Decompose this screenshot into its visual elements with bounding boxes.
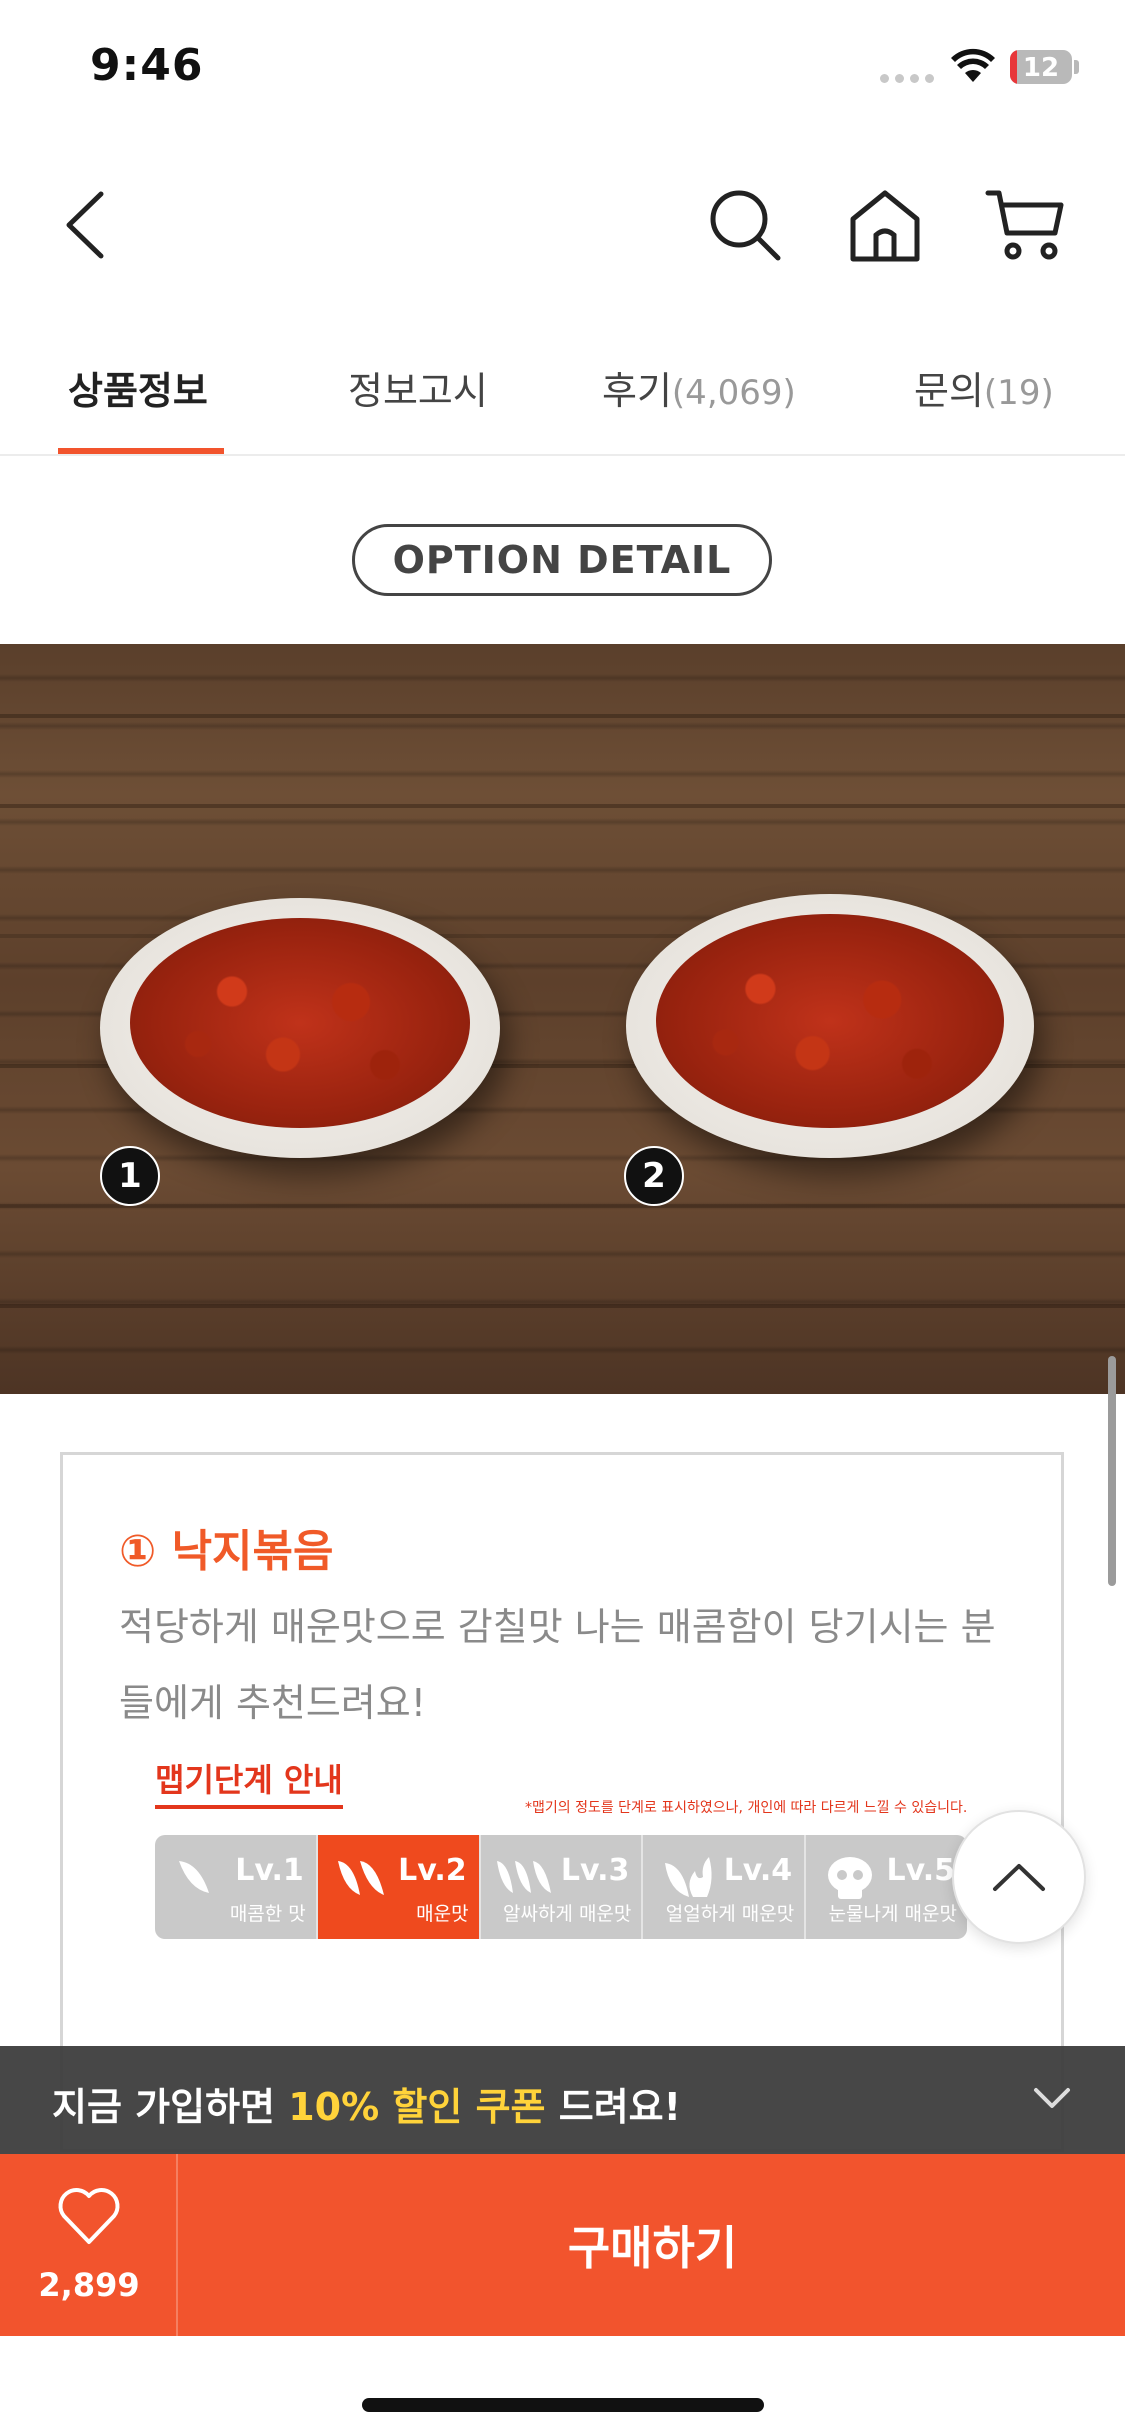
plate-2 [626,894,1034,1158]
level-description: 매운맛 [416,1903,469,1925]
product-photo: 1 2 [0,644,1125,1394]
option-badge-1: 1 [100,1146,160,1206]
level-description: 알싸하게 매운맛 [502,1903,632,1925]
battery-icon: 12 [1010,50,1072,84]
chevron-up-icon [993,1864,1045,1891]
chili-pepper-icon [337,1861,384,1895]
spicy-octopus-dish [130,918,470,1128]
chili-pepper-icon [496,1861,551,1893]
tab-inquiry[interactable]: 문의(19) [914,360,1054,456]
search-icon [710,190,781,261]
level-label: Lv.2 [398,1853,467,1888]
tab-count: (4,069) [671,373,796,413]
buy-button[interactable]: 구매하기 [180,2154,1125,2336]
option-description: 적당하게 매운맛으로 감칠맛 나는 매콤함이 당기시는 분들에게 추천드려요! [119,1605,996,1725]
level-description: 얼얼하게 매운맛 [665,1903,795,1925]
tab-notice[interactable]: 정보고시 [348,360,488,456]
tab-label: 문의 [914,369,984,413]
tab-label: 정보고시 [348,369,488,413]
option-detail-label: OPTION DETAIL [352,524,772,596]
scroll-to-top-button[interactable] [952,1810,1086,1944]
skull-icon [828,1857,873,1899]
spice-level-1: Lv.1 매콤한 맛 [155,1835,318,1939]
chili-pepper-icon [179,1861,209,1893]
status-time: 9:46 [90,40,204,91]
level-label: Lv.5 [886,1853,955,1888]
level-label: Lv.1 [235,1853,304,1888]
cellular-signal-icon [880,74,934,83]
heart-icon [58,2188,120,2244]
product-tabs: 상품정보 정보고시 후기(4,069) 문의(19) [0,340,1125,456]
scrollbar[interactable] [1108,1356,1116,1586]
spice-level-4: Lv.4 얼얼하게 매운맛 [643,1835,807,1939]
nav-bar [0,160,1125,290]
bottom-action-bar: 2,899 구매하기 [0,2154,1125,2336]
spice-level-2: Lv.2 매운맛 [317,1835,481,1939]
chevron-down-icon[interactable] [1030,2076,1074,2120]
like-count: 2,899 [38,2266,140,2304]
level-label: Lv.3 [560,1853,630,1888]
tab-label: 상품정보 [68,369,208,413]
level-description: 매콤한 맛 [229,1903,306,1925]
home-icon [850,190,920,262]
option-title: ① 낙지볶음 [119,1526,334,1577]
promo-text: 지금 가입하면 10% 할인 쿠폰 드려요! [52,2085,681,2129]
fire-pepper-icon [665,1857,712,1897]
tab-count: (19) [983,373,1054,413]
plate-1 [100,898,500,1158]
search-button[interactable] [700,180,790,270]
signup-promo-banner[interactable]: 지금 가입하면 10% 할인 쿠폰 드려요! [0,2046,1125,2154]
wifi-icon [951,48,995,82]
like-button[interactable]: 2,899 [0,2154,178,2336]
spice-level-scale: Lv.1 매콤한 맛 Lv.2 매운맛 Lv.3 알싸하게 매운맛 Lv.4 얼… [155,1835,967,1939]
promo-highlight: 10% 할인 쿠폰 [288,2085,546,2129]
spicy-octopus-dish [656,914,1004,1128]
spice-guide-note: *맵기의 정도를 단계로 표시하였으나, 개인에 따라 다르게 느낄 수 있습니… [525,1800,968,1816]
spice-guide-title: 맵기단계 안내 [155,1755,343,1809]
home-indicator[interactable] [362,2398,764,2412]
level-description: 눈물나게 매운맛 [828,1903,957,1925]
option-badge-2: 2 [624,1146,684,1206]
spice-level-3: Lv.3 알싸하게 매운맛 [480,1835,644,1939]
tab-reviews[interactable]: 후기(4,069) [602,360,796,456]
active-tab-indicator [58,448,224,454]
cart-icon [985,190,1064,260]
battery-level: 12 [1022,53,1060,83]
chevron-left-icon [66,191,104,259]
level-label: Lv.4 [723,1853,793,1888]
home-button[interactable] [840,180,930,270]
status-bar: 9:46 12 [0,0,1125,140]
cart-button[interactable] [980,180,1070,270]
tab-product-info[interactable]: 상품정보 [68,360,208,456]
back-button[interactable] [40,180,130,270]
tab-label: 후기 [602,369,672,413]
spice-level-5: Lv.5 눈물나게 매운맛 [806,1835,967,1939]
